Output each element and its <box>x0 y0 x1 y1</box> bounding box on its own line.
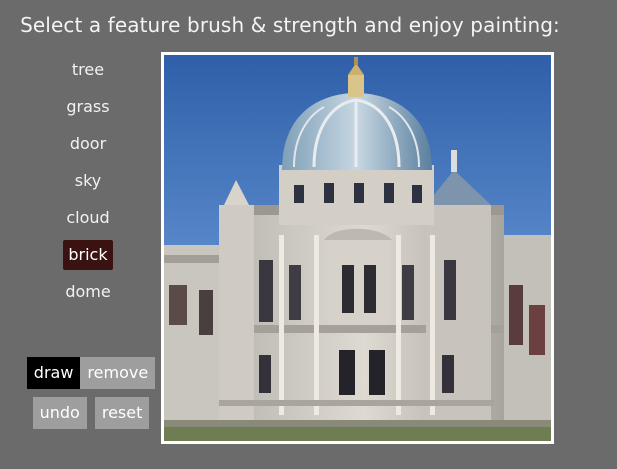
brush-brick[interactable]: brick <box>63 240 113 270</box>
painting-canvas[interactable] <box>161 52 554 444</box>
brush-cloud[interactable]: cloud <box>61 203 114 233</box>
draw-button[interactable]: draw <box>26 357 81 389</box>
brush-list: tree grass door sky cloud brick dome <box>58 55 118 314</box>
brush-tree[interactable]: tree <box>67 55 109 85</box>
brush-grass[interactable]: grass <box>61 92 114 122</box>
undo-button[interactable]: undo <box>32 397 87 429</box>
tool-row-edit: draw remove <box>21 357 161 389</box>
page-title: Select a feature brush & strength and en… <box>20 13 560 37</box>
generated-building-image <box>164 55 551 441</box>
brush-dome[interactable]: dome <box>60 277 115 307</box>
brush-sky[interactable]: sky <box>70 166 107 196</box>
tool-panel: draw remove undo reset <box>21 357 161 437</box>
remove-button[interactable]: remove <box>80 357 156 389</box>
tool-row-history: undo reset <box>21 397 161 429</box>
app-page: Select a feature brush & strength and en… <box>0 0 617 469</box>
reset-button[interactable]: reset <box>94 397 150 429</box>
brush-door[interactable]: door <box>65 129 111 159</box>
